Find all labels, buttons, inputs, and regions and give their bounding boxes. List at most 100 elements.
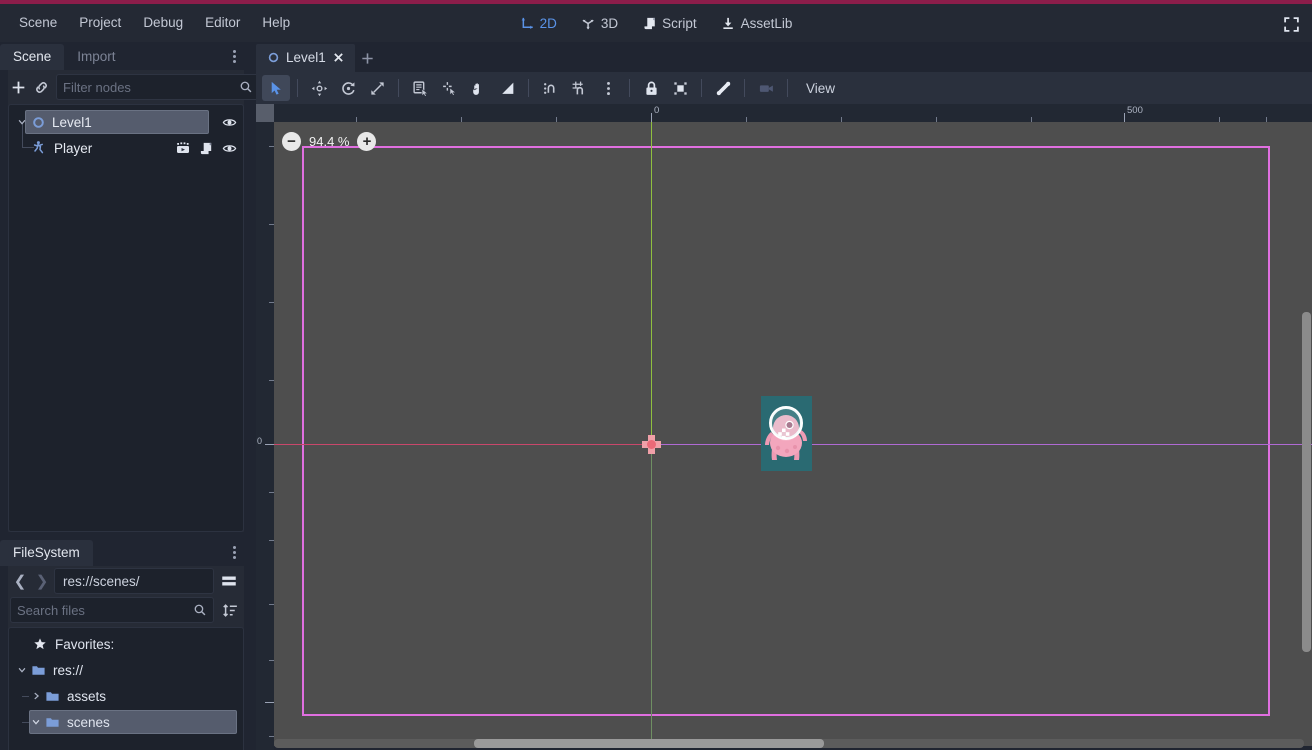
tree-row-icons <box>175 135 237 161</box>
search-icon <box>239 80 253 94</box>
snap-options-button[interactable] <box>594 75 622 101</box>
viewport-horizontal-scrollbar[interactable] <box>274 739 1304 748</box>
menu-scene[interactable]: Scene <box>8 10 68 36</box>
expand-fullscreen-icon[interactable] <box>1280 13 1302 35</box>
horizontal-ruler: 0 500 <box>256 104 1312 122</box>
filesystem-item-assets[interactable]: assets <box>9 683 243 709</box>
filesystem-path-field[interactable]: res://scenes/ <box>54 568 214 594</box>
vertical-scrollbar-thumb[interactable] <box>1302 312 1311 652</box>
ruler-tick <box>1266 117 1267 122</box>
instance-child-link-icon[interactable] <box>33 74 50 100</box>
ruler-mode-button[interactable] <box>493 75 521 101</box>
ruler-tick-major <box>265 444 274 445</box>
tab-3d-label: 3D <box>600 15 619 31</box>
menu-debug[interactable]: Debug <box>132 10 194 36</box>
zoom-out-button[interactable]: − <box>282 131 301 151</box>
canvas-viewport[interactable]: 0 500 0 − 94.4 % + <box>256 104 1312 750</box>
menu-editor[interactable]: Editor <box>194 10 251 36</box>
animation-player-icon[interactable] <box>175 140 191 156</box>
visibility-eye-icon[interactable] <box>221 114 237 130</box>
menu-project[interactable]: Project <box>68 10 132 36</box>
origin-crosshair <box>642 435 661 454</box>
scale-mode-button[interactable] <box>363 75 391 101</box>
filesystem-dock-tabbar: FileSystem <box>0 538 252 566</box>
scene-tree[interactable]: Level1 Player <box>8 104 244 532</box>
rotate-mode-button[interactable] <box>334 75 362 101</box>
dock-tab-import[interactable]: Import <box>64 44 128 70</box>
horizontal-scrollbar-thumb[interactable] <box>474 739 824 748</box>
tab-2d[interactable]: 2D <box>510 10 567 36</box>
chevron-down-icon[interactable] <box>15 115 29 129</box>
group-selected-button[interactable] <box>666 75 694 101</box>
tree-node-player[interactable]: Player <box>9 123 243 161</box>
filesystem-dock-menu-icon[interactable] <box>226 542 242 562</box>
add-tab-plus-icon[interactable] <box>355 44 381 72</box>
zoom-value-label[interactable]: 94.4 % <box>309 134 349 149</box>
list-select-button[interactable] <box>406 75 434 101</box>
filesystem-item-scenes[interactable]: scenes <box>9 709 243 735</box>
filesystem-item-favorites[interactable]: Favorites: <box>9 631 243 657</box>
script-icon[interactable] <box>198 140 214 156</box>
filesystem-tree[interactable]: Favorites: res:// assets scenes <box>8 627 244 750</box>
view-menu-button[interactable]: View <box>795 75 846 101</box>
filter-nodes-input[interactable] <box>56 74 260 100</box>
tab-assetlib[interactable]: AssetLib <box>711 10 803 36</box>
filesystem-item-res-root[interactable]: res:// <box>9 657 243 683</box>
scene-dock-menu-icon[interactable] <box>226 46 242 66</box>
ruler-tick <box>356 117 357 122</box>
search-files-field[interactable] <box>17 602 193 618</box>
search-files-input[interactable] <box>10 597 214 623</box>
y-axis-line-below <box>651 448 652 750</box>
ruler-tick <box>1219 117 1220 122</box>
player-sprite[interactable] <box>761 396 812 471</box>
ruler-corner[interactable] <box>256 104 274 122</box>
ruler-tick <box>841 117 842 122</box>
skeleton-options-button[interactable] <box>709 75 737 101</box>
nav-forward-chevron-icon[interactable]: ❯ <box>32 569 52 593</box>
vertical-ruler: 0 <box>256 104 274 750</box>
dot <box>232 545 236 549</box>
tab-script[interactable]: Script <box>632 10 707 36</box>
toolbar-separator <box>398 79 399 97</box>
folder-icon <box>43 689 61 704</box>
ruler-tick <box>556 117 557 122</box>
tab-3d[interactable]: 3D <box>571 10 628 36</box>
select-mode-button[interactable] <box>262 75 290 101</box>
toolbar-separator <box>528 79 529 97</box>
viewport-vertical-scrollbar[interactable] <box>1302 122 1311 750</box>
tab-assetlib-label: AssetLib <box>740 15 793 31</box>
menu-help[interactable]: Help <box>251 10 301 36</box>
preview-camera-button[interactable] <box>752 75 780 101</box>
filesystem-path-row: ❮ ❯ res://scenes/ <box>8 566 244 596</box>
left-dock-column: Scene Import Filter nodes Level1 Player … <box>0 42 283 750</box>
chevron-right-icon[interactable] <box>29 689 43 703</box>
close-x-icon[interactable] <box>332 51 346 65</box>
zoom-in-button[interactable]: + <box>357 131 377 151</box>
pivot-mode-button[interactable] <box>435 75 463 101</box>
tree-node-level1[interactable]: Level1 <box>9 109 243 135</box>
scene-tab-level1[interactable]: Level1 <box>256 44 355 72</box>
grid-snap-button[interactable] <box>565 75 593 101</box>
toggle-split-mode-icon[interactable] <box>216 568 242 594</box>
scene-dock-tabbar: Scene Import <box>0 42 252 70</box>
nav-back-chevron-icon[interactable]: ❮ <box>10 569 30 593</box>
filter-nodes-field[interactable] <box>63 79 239 95</box>
chevron-down-icon[interactable] <box>29 715 43 729</box>
sort-order-icon[interactable] <box>219 597 242 623</box>
scene-tab-level1-label: Level1 <box>286 50 326 65</box>
ruler-tick <box>269 224 274 225</box>
tree-row-icons <box>221 109 237 135</box>
pan-mode-button[interactable] <box>464 75 492 101</box>
menu-bar: Scene Project Debug Editor Help 2D 3D Sc… <box>0 4 1312 42</box>
filesystem-item-scenes-label: scenes <box>67 714 110 730</box>
dock-tab-filesystem[interactable]: FileSystem <box>0 540 93 566</box>
chevron-down-icon[interactable] <box>15 663 29 677</box>
add-node-plus-icon[interactable] <box>10 74 27 100</box>
visibility-eye-icon[interactable] <box>221 140 237 156</box>
smart-snap-button[interactable] <box>536 75 564 101</box>
move-mode-button[interactable] <box>305 75 333 101</box>
ruler-tick <box>1031 117 1032 122</box>
lock-selected-button[interactable] <box>637 75 665 101</box>
crosshair-center <box>647 440 656 449</box>
dock-tab-scene[interactable]: Scene <box>0 44 65 70</box>
